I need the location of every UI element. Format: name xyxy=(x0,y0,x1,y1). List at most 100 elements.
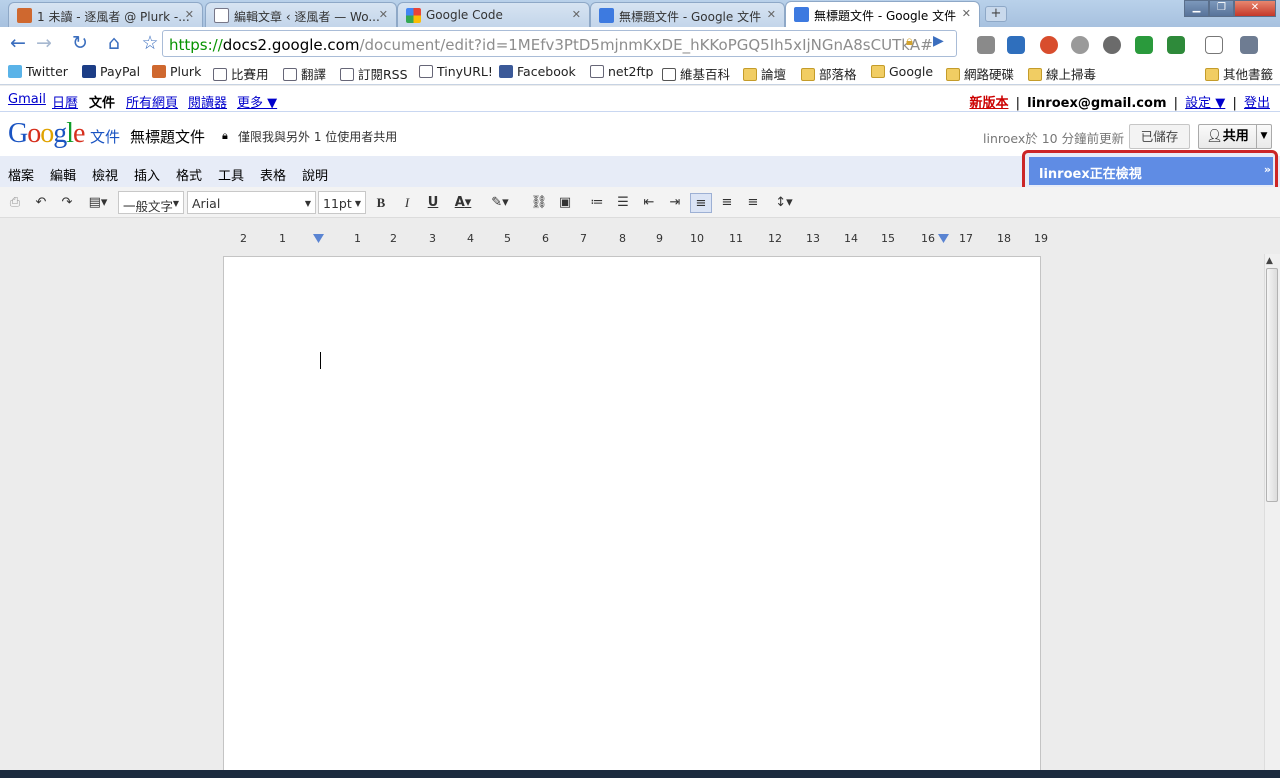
close-icon[interactable]: ✕ xyxy=(767,8,776,21)
extension-refresh-icon[interactable] xyxy=(1135,36,1153,54)
star-icon[interactable]: ☆ xyxy=(138,33,162,55)
numbered-list-icon[interactable]: ≔ xyxy=(586,193,608,213)
bookmark-folder-drive[interactable]: 網路硬碟 xyxy=(946,64,1014,83)
close-icon[interactable]: ✕ xyxy=(379,8,388,21)
gbar-more[interactable]: 更多 ▼ xyxy=(237,92,277,111)
align-right-icon[interactable]: ≡ xyxy=(742,193,764,213)
close-icon[interactable]: ✕ xyxy=(185,8,194,21)
italic-button[interactable]: I xyxy=(396,193,418,213)
saved-button[interactable]: 已儲存 xyxy=(1129,124,1190,149)
bookmark-twitter[interactable]: Twitter xyxy=(8,64,68,79)
bookmark-net2ftp[interactable]: net2ftp xyxy=(590,64,653,79)
lock-icon[interactable]: 🔒︎ xyxy=(906,34,913,49)
bulleted-list-icon[interactable]: ☰ xyxy=(612,193,634,213)
bookmark-folder-forum[interactable]: 論壇 xyxy=(743,64,786,83)
bookmark-plurk[interactable]: Plurk xyxy=(152,64,201,79)
extension-translate-icon[interactable] xyxy=(977,36,995,54)
extension-globe-icon[interactable] xyxy=(1071,36,1089,54)
menu-table[interactable]: 表格 xyxy=(260,165,286,184)
bold-button[interactable]: B xyxy=(370,193,392,213)
gbar-web[interactable]: 所有網頁 xyxy=(126,92,178,111)
bookmark-wikipedia[interactable]: 維基百科 xyxy=(662,64,730,83)
print-icon[interactable]: ⎙ xyxy=(4,193,26,213)
undo-icon[interactable]: ↶ xyxy=(30,193,52,213)
scroll-thumb[interactable] xyxy=(1266,268,1278,502)
sharing-status[interactable]: 僅限我與另外 1 位使用者共用 xyxy=(238,128,397,145)
tab-wordpress[interactable]: 編輯文章 ‹ 逐風者 — Wo... ✕ xyxy=(205,2,397,27)
google-logo[interactable]: Google xyxy=(8,118,85,150)
active-viewer-bar[interactable]: linroex正在檢視 » xyxy=(1029,157,1273,185)
share-button[interactable]: 👤︎共用 xyxy=(1198,124,1257,149)
bookmark-translate[interactable]: 翻譯 xyxy=(283,64,326,83)
menu-file[interactable]: 檔案 xyxy=(8,165,34,184)
extension-seo-icon[interactable] xyxy=(1040,36,1058,54)
close-icon[interactable]: ✕ xyxy=(962,7,971,20)
gbar-reader[interactable]: 閱讀器 xyxy=(188,92,227,111)
increase-indent-icon[interactable]: ⇥ xyxy=(664,193,686,213)
style-select[interactable]: 一般文字 ▼ xyxy=(118,191,184,214)
paint-format-icon[interactable]: ▤▾ xyxy=(82,193,114,213)
redo-icon[interactable]: ↷ xyxy=(56,193,78,213)
gbar-docs[interactable]: 文件 xyxy=(89,92,115,111)
back-icon[interactable]: ← xyxy=(6,33,30,55)
menu-help[interactable]: 說明 xyxy=(302,165,328,184)
text-color-button[interactable]: A▾ xyxy=(448,193,478,213)
settings-link[interactable]: 設定 ▼ xyxy=(1185,96,1225,111)
gbar-calendar[interactable]: 日曆 xyxy=(52,92,78,111)
extension-gear-icon[interactable] xyxy=(1103,36,1121,54)
bookmark-folder-blog[interactable]: 部落格 xyxy=(801,64,857,83)
extension-download-icon[interactable] xyxy=(1167,36,1185,54)
highlight-color-icon[interactable]: ✎▾ xyxy=(484,193,516,213)
home-icon[interactable]: ⌂ xyxy=(102,33,126,55)
align-left-icon[interactable]: ≡ xyxy=(690,193,712,213)
ruler[interactable]: 2 1 1 2 3 4 5 6 7 8 9 10 11 12 13 14 15 … xyxy=(224,232,1048,248)
scroll-up-icon[interactable]: ▲ xyxy=(1266,256,1273,266)
tab-google-code[interactable]: Google Code ✕ xyxy=(397,2,590,27)
wrench-icon[interactable] xyxy=(1240,36,1258,54)
bookmark-contest[interactable]: 比賽用 xyxy=(213,64,269,83)
gbar-gmail[interactable]: Gmail xyxy=(8,92,46,107)
other-bookmarks[interactable]: 其他書籤 xyxy=(1205,64,1273,83)
underline-button[interactable]: U xyxy=(422,193,444,213)
bookmark-paypal[interactable]: PayPal xyxy=(82,64,140,79)
go-icon[interactable]: ▶ xyxy=(933,33,944,49)
document-title[interactable]: 無標題文件 xyxy=(130,126,205,147)
maximize-button[interactable]: ❐ xyxy=(1209,0,1234,17)
font-size-select[interactable]: 11pt ▼ xyxy=(318,191,366,214)
menu-insert[interactable]: 插入 xyxy=(134,165,160,184)
tab-docs-active[interactable]: 無標題文件 - Google 文件 ✕ xyxy=(785,1,980,27)
reload-icon[interactable]: ↻ xyxy=(68,33,92,55)
line-spacing-icon[interactable]: ↕▾ xyxy=(768,193,800,213)
bookmark-folder-google[interactable]: Google xyxy=(871,64,933,79)
docs-logo-label[interactable]: 文件 xyxy=(90,126,120,147)
bookmark-facebook[interactable]: Facebook xyxy=(499,64,576,79)
bookmark-tinyurl[interactable]: TinyURL! xyxy=(419,64,493,79)
link-icon[interactable]: ⛓ xyxy=(528,193,550,213)
address-bar[interactable]: https://docs2.google.com/document/edit?i… xyxy=(162,30,957,57)
page-menu-icon[interactable] xyxy=(1205,36,1223,54)
close-icon[interactable]: ✕ xyxy=(572,8,581,21)
extension-ie-icon[interactable] xyxy=(1007,36,1025,54)
menu-format[interactable]: 格式 xyxy=(176,165,202,184)
new-version-link[interactable]: 新版本 xyxy=(969,96,1008,111)
expand-icon[interactable]: » xyxy=(1264,163,1271,176)
chevron-down-icon[interactable]: ▼ xyxy=(1256,124,1272,149)
signout-link[interactable]: 登出 xyxy=(1244,96,1270,111)
tab-plurk[interactable]: 1 未讀 - 逐風者 @ Plurk -... ✕ xyxy=(8,2,203,27)
menu-view[interactable]: 檢視 xyxy=(92,165,118,184)
decrease-indent-icon[interactable]: ⇤ xyxy=(638,193,660,213)
align-center-icon[interactable]: ≡ xyxy=(716,193,738,213)
image-icon[interactable]: ▣ xyxy=(554,193,576,213)
last-edit-status[interactable]: linroex於 10 分鐘前更新 xyxy=(983,128,1124,147)
bookmark-rss[interactable]: 訂閱RSS xyxy=(340,64,408,83)
bookmark-folder-antivirus[interactable]: 線上掃毒 xyxy=(1028,64,1096,83)
tab-docs-1[interactable]: 無標題文件 - Google 文件 ✕ xyxy=(590,2,785,27)
menu-edit[interactable]: 編輯 xyxy=(50,165,76,184)
minimize-button[interactable]: ▁ xyxy=(1184,0,1209,17)
close-window-button[interactable]: ✕ xyxy=(1234,0,1276,17)
forward-icon[interactable]: → xyxy=(32,33,56,55)
font-select[interactable]: Arial ▼ xyxy=(187,191,316,214)
new-tab-button[interactable]: + xyxy=(985,6,1007,22)
menu-tools[interactable]: 工具 xyxy=(218,165,244,184)
document-page[interactable] xyxy=(223,256,1041,778)
